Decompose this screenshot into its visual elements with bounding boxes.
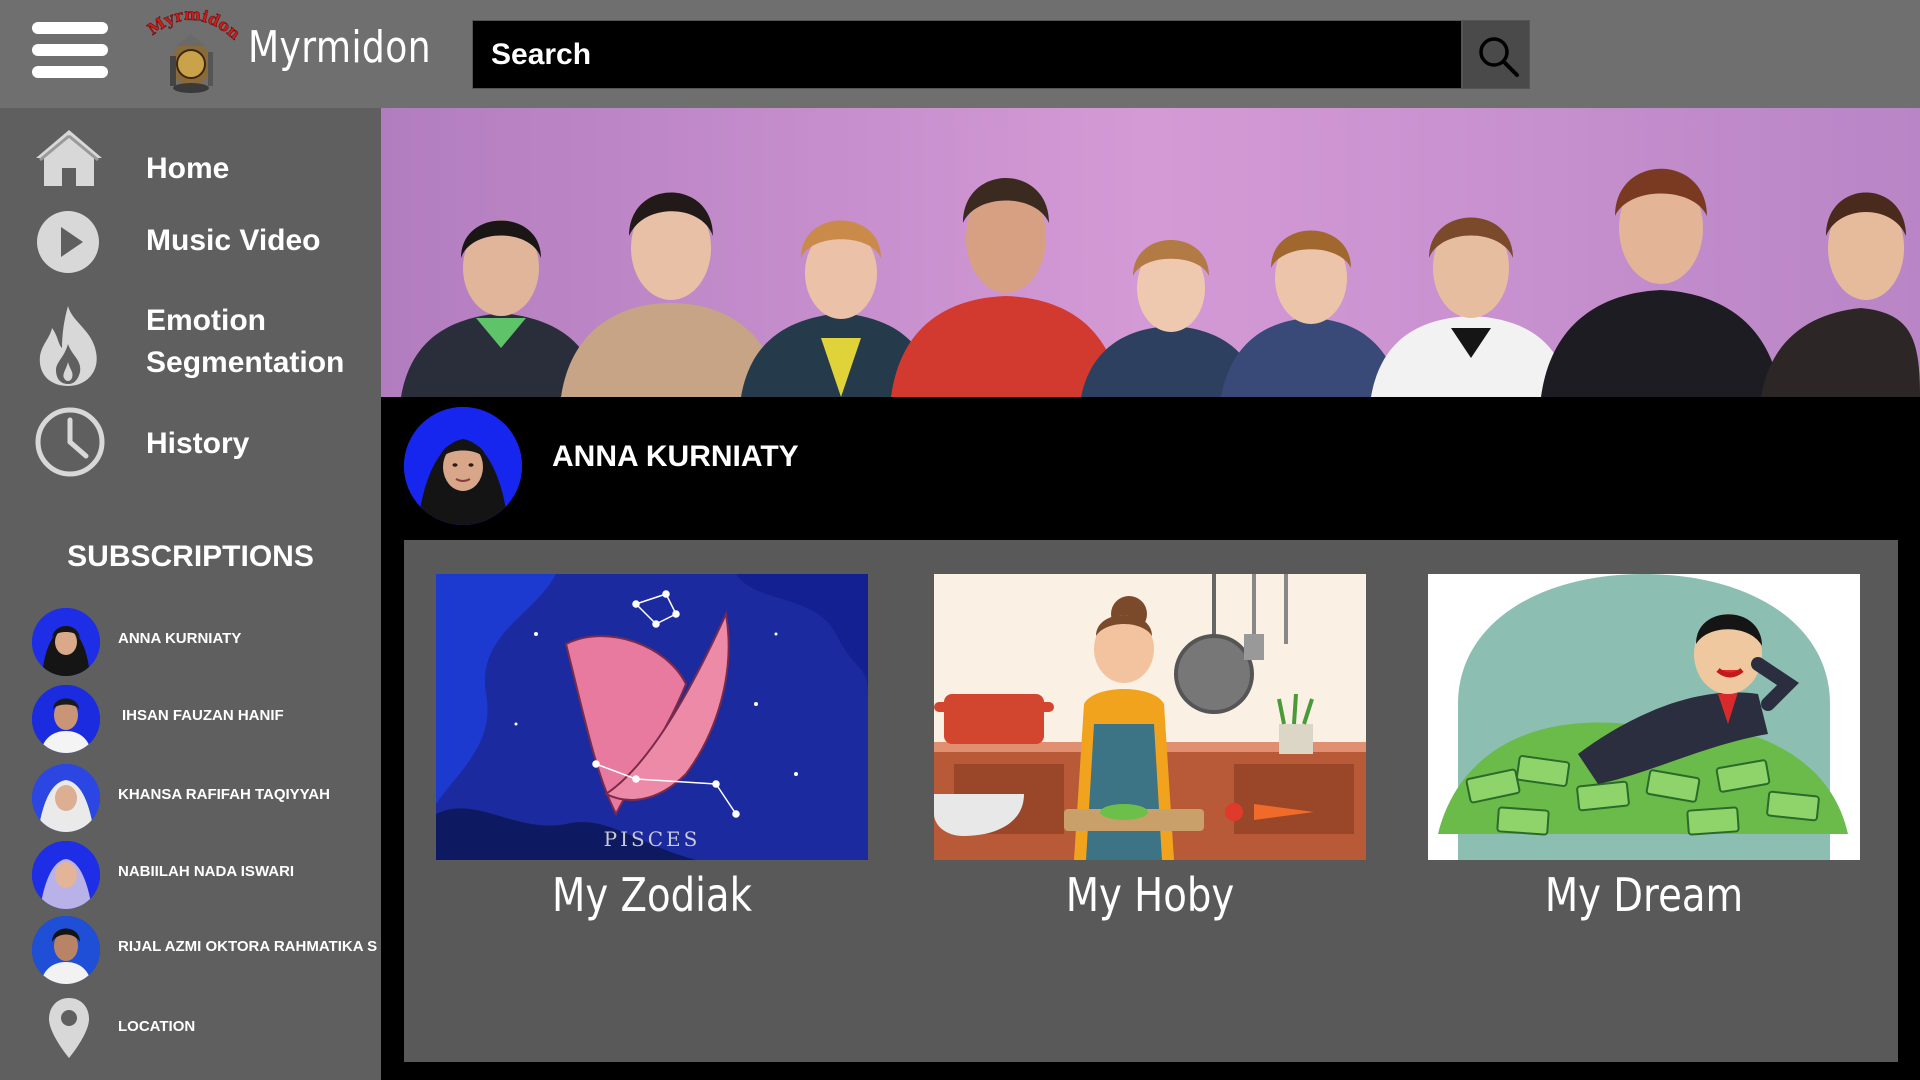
- svg-text:PISCES: PISCES: [604, 827, 701, 851]
- video-thumbnail[interactable]: [1428, 574, 1860, 860]
- channel-banner: [381, 108, 1920, 397]
- avatar: [32, 608, 100, 676]
- play-icon: [37, 211, 99, 273]
- sidebar-item-label: Emotion Segmentation: [146, 304, 345, 379]
- location-pin-icon: [49, 998, 89, 1058]
- sidebar-item-history[interactable]: History: [0, 398, 381, 480]
- home-icon: [36, 130, 102, 186]
- subscription-item[interactable]: ANNA KURNIATY: [0, 608, 381, 678]
- video-title[interactable]: My Dream: [1463, 868, 1826, 922]
- search-icon: [1479, 37, 1519, 77]
- avatar: [32, 841, 100, 909]
- subscription-item[interactable]: KHANSA RAFIFAH TAQIYYAH: [0, 764, 381, 834]
- sidebar-item-label: Music Video: [146, 224, 321, 257]
- video-title[interactable]: My Zodiak: [471, 868, 834, 922]
- channel-avatar[interactable]: [404, 407, 522, 525]
- subscription-item[interactable]: IHSAN FAUZAN HANIF: [0, 685, 381, 755]
- avatar: [32, 916, 100, 984]
- sidebar-item-label: Home: [146, 152, 230, 185]
- top-bar: Myrmidon Myrmidon: [0, 0, 1920, 108]
- subscriptions-heading: SUBSCRIPTIONS: [67, 540, 314, 573]
- clock-icon: [35, 407, 105, 477]
- subscription-name: ANNA KURNIATY: [118, 630, 242, 647]
- search-input[interactable]: [473, 21, 1461, 88]
- app-logo[interactable]: Myrmidon: [136, 5, 246, 96]
- avatar: [32, 685, 100, 753]
- sidebar-item-home[interactable]: Home: [0, 120, 381, 192]
- video-title[interactable]: My Hoby: [969, 868, 1332, 922]
- video-card-my-hoby[interactable]: My Hoby: [934, 574, 1366, 922]
- subscription-name: NABIILAH NADA ISWARI: [118, 863, 295, 880]
- video-card-my-dream[interactable]: My Dream: [1428, 574, 1860, 922]
- subscription-name: RIJAL AZMI OKTORA RAHMATIKA S: [118, 938, 378, 955]
- video-thumbnail[interactable]: PISCES: [436, 574, 868, 860]
- subscription-name: IHSAN FAUZAN HANIF: [122, 707, 284, 724]
- content-panel: PISCES My Zodiak My Hoby My Dream: [404, 540, 1898, 1062]
- sidebar-item-label: History: [146, 427, 250, 460]
- subscription-item[interactable]: NABIILAH NADA ISWARI: [0, 841, 381, 911]
- sidebar-item-music-video[interactable]: Music Video: [0, 202, 381, 274]
- video-thumbnail[interactable]: [934, 574, 1366, 860]
- video-card-my-zodiak[interactable]: PISCES My Zodiak: [436, 574, 868, 922]
- search-box[interactable]: [472, 20, 1462, 89]
- sidebar: Home Music Video Emotion Segmentation Hi…: [0, 108, 381, 1080]
- subscription-item[interactable]: RIJAL AZMI OKTORA RAHMATIKA S: [0, 916, 381, 986]
- location-label: LOCATION: [118, 1018, 196, 1035]
- subscription-name: KHANSA RAFIFAH TAQIYYAH: [118, 786, 330, 803]
- search-button[interactable]: [1462, 20, 1530, 89]
- sidebar-item-emotion-segmentation[interactable]: Emotion Segmentation: [0, 284, 381, 386]
- location-item[interactable]: LOCATION: [0, 996, 381, 1066]
- menu-icon[interactable]: [32, 20, 108, 80]
- avatar: [32, 764, 100, 832]
- app-title[interactable]: Myrmidon: [248, 22, 431, 73]
- flame-icon: [39, 306, 97, 386]
- channel-name: ANNA KURNIATY: [552, 440, 799, 473]
